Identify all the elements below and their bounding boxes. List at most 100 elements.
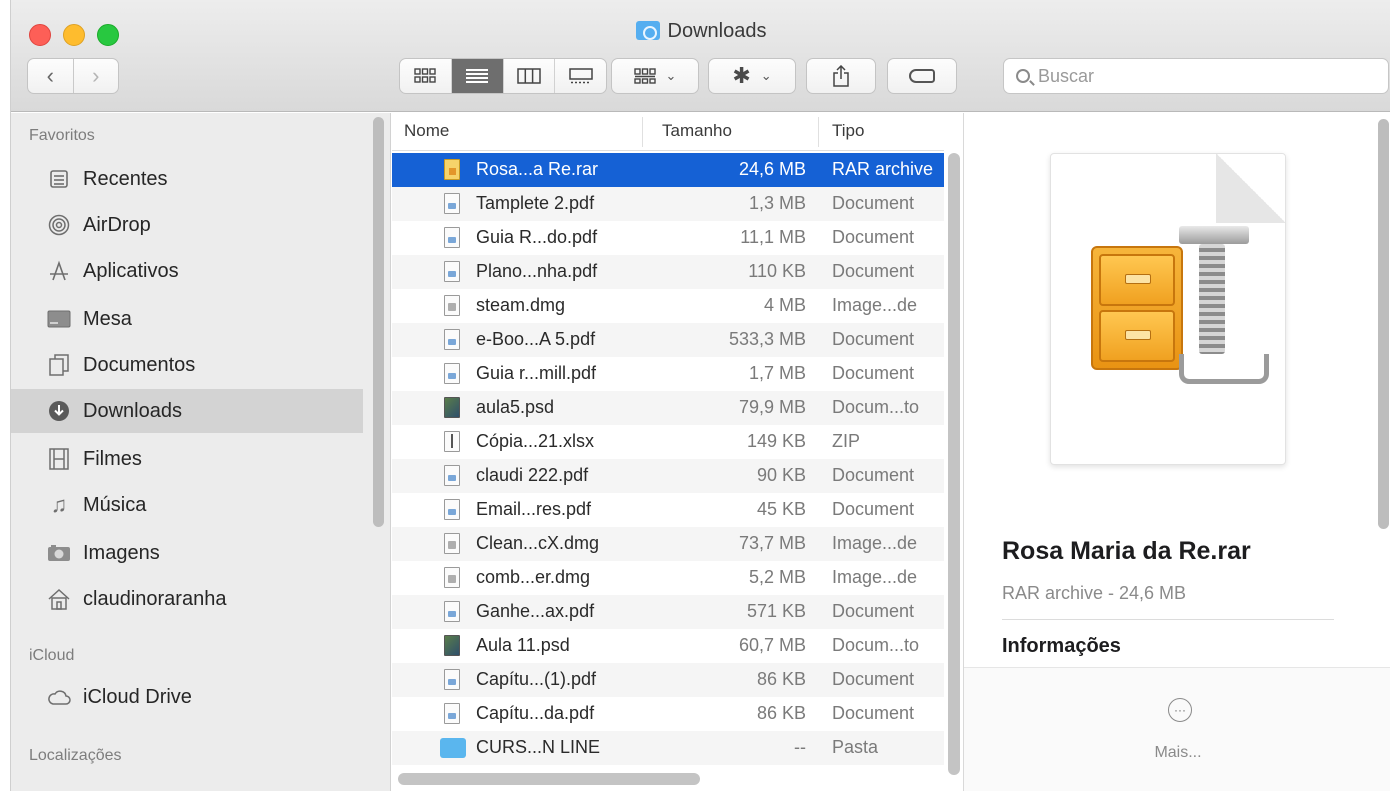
file-row[interactable]: Email...res.pdf 45 KB Document — [392, 493, 944, 527]
file-row[interactable]: aula5.psd 79,9 MB Docum...to — [392, 391, 944, 425]
sidebar-item-label: Imagens — [83, 541, 160, 564]
pdf-file-icon — [444, 261, 460, 282]
home-icon — [47, 588, 71, 610]
sidebar-item-label: Downloads — [83, 399, 182, 422]
share-icon — [833, 65, 849, 87]
pdf-file-icon — [444, 193, 460, 214]
group-icon — [633, 68, 656, 84]
list-view-button[interactable] — [450, 59, 503, 93]
file-row[interactable]: Guia R...do.pdf 11,1 MB Document — [392, 221, 944, 255]
navigation-group: ‹ › — [27, 58, 119, 94]
search-input[interactable] — [1038, 65, 1358, 87]
file-row[interactable]: Guia r...mill.pdf 1,7 MB Document — [392, 357, 944, 391]
view-mode-group — [399, 58, 607, 94]
vise-clamp-icon — [1179, 226, 1269, 396]
tag-button[interactable] — [887, 58, 957, 94]
sidebar-item-aplicativos[interactable]: Aplicativos — [11, 249, 363, 293]
sidebar-item-airdrop[interactable]: AirDrop — [11, 203, 363, 247]
film-icon — [47, 448, 71, 470]
file-row[interactable]: comb...er.dmg 5,2 MB Image...de — [392, 561, 944, 595]
file-row[interactable]: Rosa...a Re.rar 24,6 MB RAR archive — [392, 153, 944, 187]
column-divider[interactable] — [642, 117, 643, 147]
file-name: Email...res.pdf — [476, 499, 592, 519]
file-row[interactable]: steam.dmg 4 MB Image...de — [392, 289, 944, 323]
file-row[interactable]: CURS...N LINE -- Pasta — [392, 731, 944, 765]
rar-archive-thumbnail — [1050, 153, 1286, 465]
pdf-file-icon — [444, 329, 460, 350]
psd-file-icon — [444, 635, 460, 656]
more-button[interactable]: ··· — [1168, 698, 1192, 722]
search-field[interactable] — [1003, 58, 1389, 94]
back-button[interactable]: ‹ — [28, 59, 73, 93]
sidebar-item-musica[interactable]: ♫ Música — [11, 483, 363, 527]
dmg-file-icon — [444, 567, 460, 588]
sidebar-item-mesa[interactable]: Mesa — [11, 297, 363, 341]
column-header-size[interactable]: Tamanho — [662, 121, 732, 141]
column-divider[interactable] — [818, 117, 819, 147]
file-row[interactable]: e-Boo...A 5.pdf 533,3 MB Document — [392, 323, 944, 357]
file-name: Aula 11.psd — [476, 635, 570, 655]
file-name: Rosa...a Re.rar — [476, 159, 599, 179]
sidebar-item-filmes[interactable]: Filmes — [11, 437, 363, 481]
sidebar-item-home[interactable]: claudinoraranha — [11, 577, 363, 621]
music-icon: ♫ — [50, 492, 68, 517]
file-size: 149 KB — [746, 431, 806, 451]
gallery-icon — [568, 68, 593, 84]
file-type: Image...de — [832, 295, 918, 315]
forward-button[interactable]: › — [72, 59, 119, 93]
gallery-view-button[interactable] — [554, 59, 606, 93]
file-row[interactable]: Cópia...21.xlsx 149 KB ZIP — [392, 425, 944, 459]
file-name: aula5.psd — [476, 397, 555, 417]
download-icon — [47, 400, 71, 422]
file-type: Document — [832, 363, 915, 383]
file-size: 86 KB — [756, 703, 806, 723]
file-type: Image...de — [832, 533, 918, 553]
file-size: 11,1 MB — [740, 227, 806, 247]
file-name: Cópia...21.xlsx — [476, 431, 595, 451]
sidebar-item-recentes[interactable]: Recentes — [11, 157, 363, 201]
file-type: Image...de — [832, 567, 918, 587]
sidebar-item-label: Documentos — [83, 353, 196, 376]
group-by-button[interactable]: ⌄ — [611, 58, 699, 94]
page-fold — [1216, 154, 1285, 223]
document-icon — [47, 354, 71, 376]
sidebar-item-label: Aplicativos — [83, 259, 179, 282]
sidebar-section-favorites: Favoritos — [29, 127, 95, 144]
pdf-file-icon — [444, 363, 460, 384]
column-view-button[interactable] — [502, 59, 555, 93]
pdf-file-icon — [444, 703, 460, 724]
file-type: Document — [832, 703, 915, 723]
search-icon — [1016, 69, 1030, 83]
sidebar-scrollbar[interactable] — [373, 117, 384, 527]
preview-scrollbar[interactable] — [1378, 119, 1389, 529]
sidebar-item-downloads[interactable]: Downloads — [11, 389, 363, 433]
sidebar-item-imagens[interactable]: Imagens — [11, 531, 363, 575]
clamp-bar — [1179, 226, 1249, 244]
file-row[interactable]: Aula 11.psd 60,7 MB Docum...to — [392, 629, 944, 663]
file-row[interactable]: Clean...cX.dmg 73,7 MB Image...de — [392, 527, 944, 561]
file-name: CURS...N LINE — [476, 737, 601, 757]
list-horizontal-scrollbar[interactable] — [398, 773, 700, 785]
file-type: Document — [832, 465, 915, 485]
sidebar-item-icloud-drive[interactable]: iCloud Drive — [11, 675, 363, 719]
more-label[interactable]: Mais... — [964, 744, 1390, 762]
file-size: 45 KB — [756, 499, 806, 519]
file-type: Document — [832, 669, 915, 689]
file-name: Tamplete 2.pdf — [476, 193, 595, 213]
file-row[interactable]: Capítu...da.pdf 86 KB Document — [392, 697, 944, 731]
file-row[interactable]: Plano...nha.pdf 110 KB Document — [392, 255, 944, 289]
file-type: RAR archive — [832, 159, 934, 179]
list-vertical-scrollbar[interactable] — [948, 153, 960, 775]
column-header-type[interactable]: Tipo — [832, 121, 864, 141]
file-row[interactable]: Ganhe...ax.pdf 571 KB Document — [392, 595, 944, 629]
file-row[interactable]: claudi 222.pdf 90 KB Document — [392, 459, 944, 493]
action-menu-button[interactable]: ✱ ⌄ — [708, 58, 796, 94]
file-row[interactable]: Tamplete 2.pdf 1,3 MB Document — [392, 187, 944, 221]
sidebar-item-label: Mesa — [83, 307, 132, 330]
file-row[interactable]: Capítu...(1).pdf 86 KB Document — [392, 663, 944, 697]
column-header-name[interactable]: Nome — [404, 121, 449, 141]
share-button[interactable] — [806, 58, 876, 94]
icon-view-button[interactable] — [400, 59, 451, 93]
file-name: comb...er.dmg — [476, 567, 591, 587]
sidebar-item-documentos[interactable]: Documentos — [11, 343, 363, 387]
